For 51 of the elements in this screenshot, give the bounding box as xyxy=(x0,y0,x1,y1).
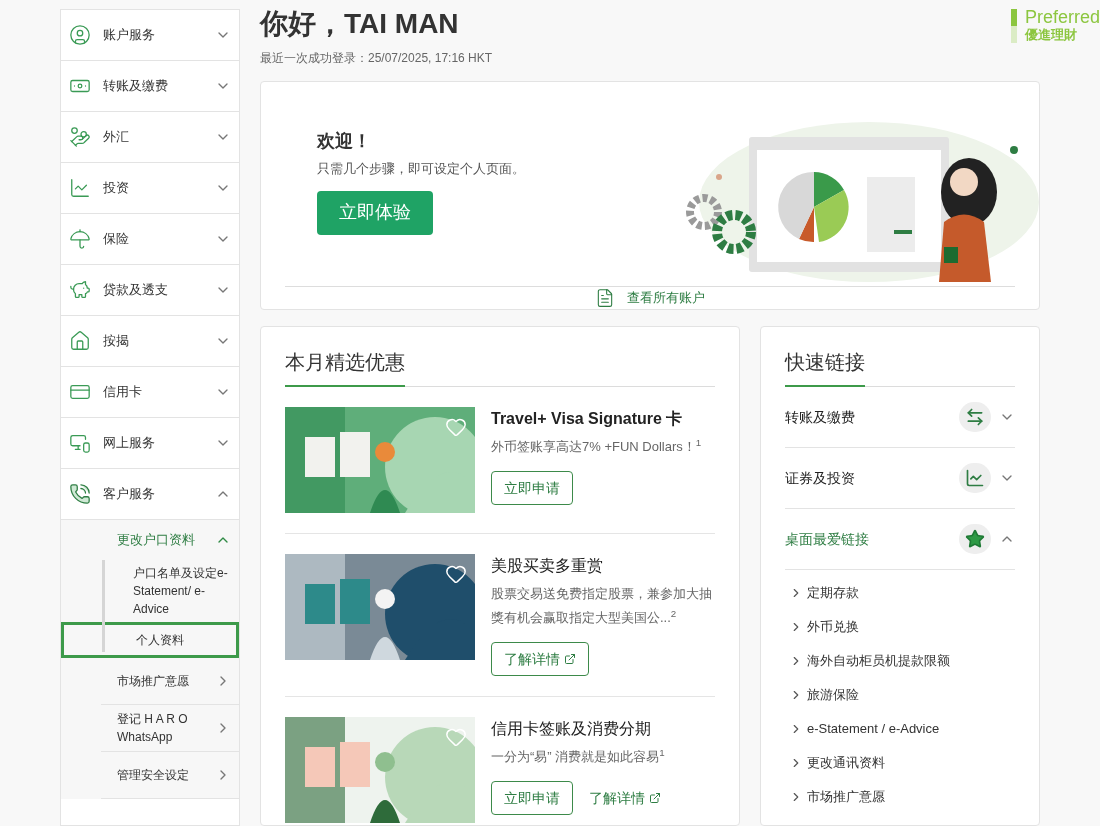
quick-link[interactable]: 外币兑换 xyxy=(785,610,1015,644)
section-title: 快速链接 xyxy=(785,347,865,387)
quick-link-section[interactable]: 桌面最爱链接 xyxy=(785,509,1015,570)
offer-title: Travel+ Visa Signature 卡 xyxy=(491,409,684,429)
quick-link-section[interactable]: 证券及投资 xyxy=(785,448,1015,509)
quick-link[interactable]: 海外自动柜员机提款限额 xyxy=(785,644,1015,678)
menu-icon xyxy=(69,483,91,505)
last-login: 最近一次成功登录：25/07/2025, 17:16 HKT xyxy=(260,50,493,67)
offer-button[interactable]: 了解详情 xyxy=(491,642,589,676)
quick-link[interactable]: 市场推广意愿 xyxy=(785,780,1015,814)
document-icon xyxy=(595,288,615,309)
offer-button[interactable]: 立即申请 xyxy=(491,781,573,815)
section-title: 本月精选优惠 xyxy=(285,347,405,387)
section-icon xyxy=(959,524,991,554)
logo-subtitle: 優進理財 xyxy=(1024,26,1078,43)
favorite-icon[interactable] xyxy=(445,563,467,585)
logo-title: Preferred xyxy=(1024,9,1100,26)
offer-description: 外币签账享高达7% +FUN Dollars！$^{1}$ xyxy=(491,436,703,456)
external-link-icon xyxy=(564,653,576,665)
quick-link[interactable]: 旅游保险 xyxy=(785,678,1015,712)
welcome-title: 欢迎！ xyxy=(317,130,372,154)
submenu-item[interactable]: 市场推广意愿 xyxy=(101,658,239,705)
submenu-item[interactable]: 个人资料 xyxy=(61,622,239,658)
offer-title: 美股买卖多重赏 xyxy=(491,556,604,576)
offer-description: 股票交易送免费指定股票，兼参加大抽獎有机会赢取指定大型美国公...$^{2}$ xyxy=(491,585,713,627)
quick-link-section[interactable]: 转账及缴费 xyxy=(785,387,1015,448)
menu-icon xyxy=(69,330,91,352)
greeting: 你好，TAI MAN xyxy=(260,9,460,39)
menu-icon xyxy=(69,279,91,301)
details-link[interactable]: 了解详情 xyxy=(589,781,661,815)
submenu-item[interactable]: 登记 H A R O WhatsApp xyxy=(101,705,239,752)
quick-link[interactable]: e-Statement / e-Advice xyxy=(785,712,1015,746)
submenu-item[interactable]: 管理安全设定 xyxy=(101,752,239,799)
menu-icon xyxy=(69,228,91,250)
quick-link[interactable]: 定期存款 xyxy=(785,576,1015,610)
section-icon xyxy=(959,402,991,432)
section-icon xyxy=(959,463,991,493)
logo-bars-icon xyxy=(1010,9,1017,43)
offer-button[interactable]: 立即申请 xyxy=(491,471,573,505)
menu-icon xyxy=(69,177,91,199)
menu-icon xyxy=(69,432,91,454)
quick-link[interactable]: 更改通讯资料 xyxy=(785,746,1015,780)
external-link-icon xyxy=(649,792,661,804)
menu-icon xyxy=(69,126,91,148)
view-accounts-link[interactable]: 查看所有账户 xyxy=(595,288,705,309)
menu-icon xyxy=(69,24,91,46)
welcome-text: 只需几个步骤，即可设定个人页面。 xyxy=(317,160,526,179)
offer-description: 一分为“易” 消费就是如此容易$^{1}$ xyxy=(491,746,666,766)
offer-title: 信用卡签账及消费分期 xyxy=(491,719,652,739)
submenu-item[interactable]: 户口名单及设定e-Statement/ e-Advice xyxy=(61,560,239,622)
submenu-group[interactable]: 更改户口资料 xyxy=(61,520,239,560)
